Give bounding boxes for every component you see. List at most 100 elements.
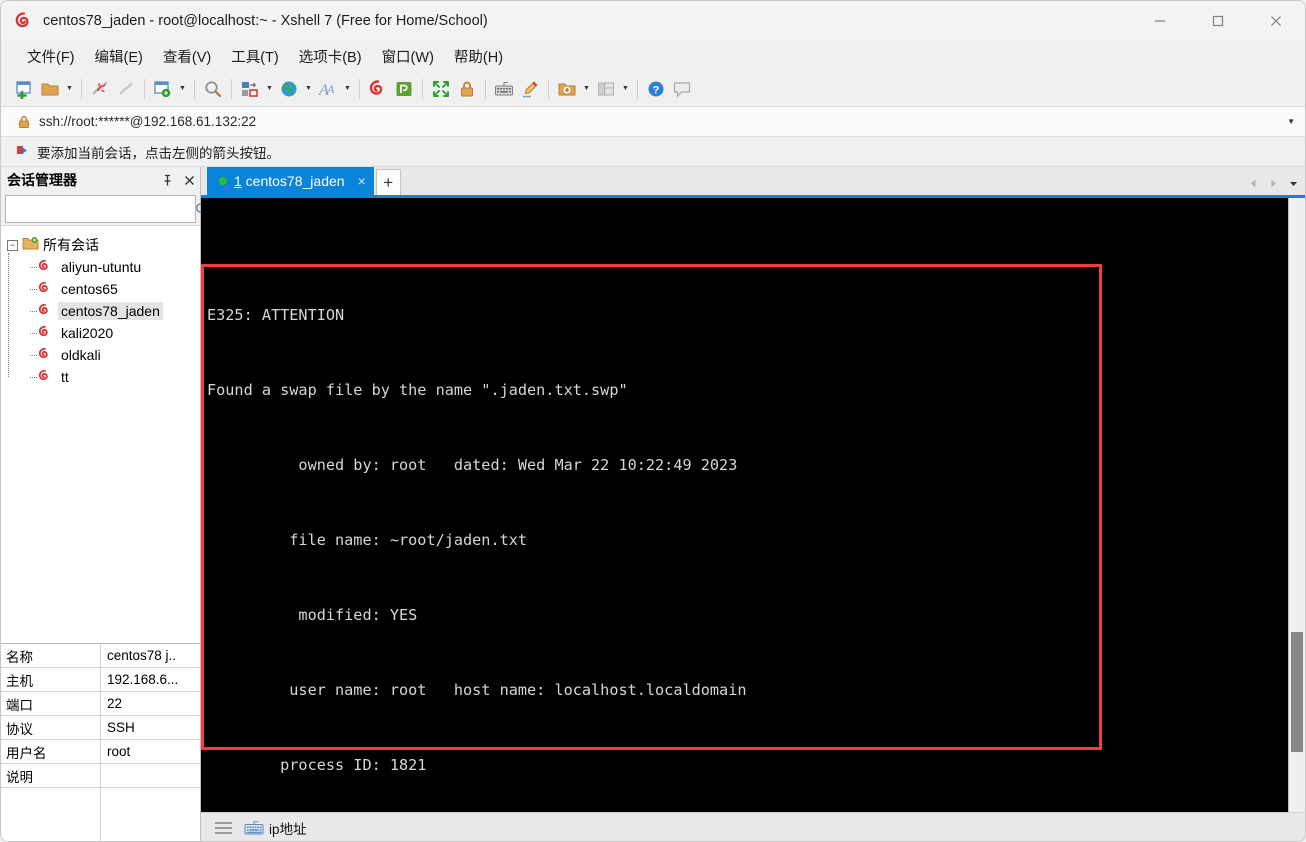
layout-dropdown-caret[interactable]: ▼ bbox=[619, 76, 632, 102]
open-folder-icon[interactable] bbox=[37, 76, 63, 102]
layout-icon[interactable] bbox=[593, 76, 619, 102]
window-controls bbox=[1131, 1, 1305, 41]
xftp-icon[interactable] bbox=[391, 76, 417, 102]
close-icon[interactable] bbox=[178, 169, 200, 191]
tab-scroll-right-icon[interactable] bbox=[1265, 175, 1281, 191]
session-item-tt[interactable]: tt bbox=[23, 366, 200, 388]
menu-file[interactable]: 文件(F) bbox=[17, 42, 85, 71]
close-button[interactable] bbox=[1247, 1, 1305, 41]
new-tab-button[interactable]: + bbox=[375, 169, 401, 195]
tab-list-dropdown-icon[interactable] bbox=[1285, 175, 1301, 191]
xshell-icon[interactable] bbox=[365, 76, 391, 102]
title-bar: centos78_jaden - root@localhost:~ - Xshe… bbox=[1, 1, 1305, 41]
property-row: 用户名 root bbox=[1, 740, 200, 764]
comment-icon[interactable] bbox=[669, 76, 695, 102]
session-search-box[interactable] bbox=[5, 195, 209, 223]
address-bar[interactable]: ssh://root:******@192.168.61.132:22 ▼ bbox=[1, 107, 1305, 137]
session-label: kali2020 bbox=[61, 325, 114, 341]
tree-expander-icon[interactable]: − bbox=[7, 239, 18, 251]
property-value: SSH bbox=[107, 720, 135, 735]
address-input[interactable]: ssh://root:******@192.168.61.132:22 bbox=[39, 114, 256, 129]
maximize-button[interactable] bbox=[1189, 1, 1247, 41]
font-dropdown-caret[interactable]: ▼ bbox=[341, 76, 354, 102]
highlight-pen-icon[interactable] bbox=[517, 76, 543, 102]
terminal-line: owned by: root dated: Wed Mar 22 10:22:4… bbox=[207, 456, 738, 474]
menu-edit[interactable]: 编辑(E) bbox=[85, 42, 153, 71]
toolbar-separator bbox=[548, 78, 549, 99]
search-input[interactable] bbox=[6, 201, 194, 217]
new-folder-icon[interactable] bbox=[554, 76, 580, 102]
chevron-down-icon[interactable]: ▼ bbox=[1287, 117, 1295, 126]
terminal-scrollbar[interactable] bbox=[1288, 198, 1305, 812]
session-properties-icon[interactable] bbox=[150, 76, 176, 102]
terminal-scrollbar-thumb[interactable] bbox=[1291, 632, 1303, 752]
disconnect-icon[interactable] bbox=[87, 76, 113, 102]
menu-window[interactable]: 窗口(W) bbox=[372, 42, 444, 71]
toolbar-separator bbox=[194, 78, 195, 99]
menu-tabs[interactable]: 选项卡(B) bbox=[289, 42, 372, 71]
property-key: 协议 bbox=[1, 716, 101, 739]
terminal-line: user name: root host name: localhost.loc… bbox=[207, 681, 747, 699]
property-row: 端口 22 bbox=[1, 692, 200, 716]
main-area: 1 centos78_jaden × + E325: ATTENTION Fou… bbox=[201, 167, 1305, 841]
tab-centos78-jaden[interactable]: 1 centos78_jaden × bbox=[207, 167, 374, 195]
terminal-line: modified: YES bbox=[207, 606, 418, 624]
property-value: 192.168.6... bbox=[107, 672, 179, 687]
terminal-line: file name: ~root/jaden.txt bbox=[207, 531, 528, 549]
terminal-output[interactable]: E325: ATTENTION Found a swap file by the… bbox=[201, 198, 1288, 812]
tab-scroll-left-icon[interactable] bbox=[1245, 175, 1261, 191]
property-key: 用户名 bbox=[1, 740, 101, 763]
globe-dropdown-caret[interactable]: ▼ bbox=[302, 76, 315, 102]
session-properties-dropdown-caret[interactable]: ▼ bbox=[176, 76, 189, 102]
keyboard-icon[interactable] bbox=[491, 76, 517, 102]
session-item-aliyun-utuntu[interactable]: aliyun-utuntu bbox=[23, 256, 200, 278]
session-item-centos78-jaden[interactable]: centos78_jaden bbox=[23, 300, 200, 322]
toolbar-separator bbox=[637, 78, 638, 99]
menu-help[interactable]: 帮助(H) bbox=[444, 42, 513, 71]
red-arrow-flag-icon[interactable] bbox=[15, 144, 30, 159]
xshell-session-icon bbox=[37, 347, 53, 364]
xshell-session-icon bbox=[37, 325, 53, 342]
property-row: 协议 SSH bbox=[1, 716, 200, 740]
help-icon[interactable]: ? bbox=[643, 76, 669, 102]
tab-close-icon[interactable]: × bbox=[358, 173, 366, 189]
xshell-session-icon bbox=[37, 281, 53, 298]
terminal-line: Found a swap file by the name ".jaden.tx… bbox=[207, 381, 628, 399]
keyboard-icon[interactable] bbox=[244, 820, 264, 836]
lock-icon[interactable] bbox=[454, 76, 480, 102]
hamburger-icon[interactable] bbox=[215, 822, 232, 834]
svg-text:?: ? bbox=[653, 84, 660, 96]
terminal-area: E325: ATTENTION Found a swap file by the… bbox=[201, 198, 1305, 812]
toolbar-separator bbox=[359, 78, 360, 99]
reconnect-icon[interactable] bbox=[113, 76, 139, 102]
bottom-bar-label: ip地址 bbox=[269, 822, 307, 837]
session-item-oldkali[interactable]: oldkali bbox=[23, 344, 200, 366]
pin-icon[interactable] bbox=[156, 169, 178, 191]
lock-icon bbox=[17, 115, 31, 129]
notice-bar: 要添加当前会话，点击左侧的箭头按钮。 bbox=[1, 137, 1305, 167]
globe-icon[interactable] bbox=[276, 76, 302, 102]
body-container: 会话管理器 − 所有会话 aliyun-utuntu centos65 cent… bbox=[1, 167, 1305, 841]
find-icon[interactable] bbox=[200, 76, 226, 102]
font-icon[interactable]: A A bbox=[315, 76, 341, 102]
minimize-button[interactable] bbox=[1131, 1, 1189, 41]
xshell-session-icon bbox=[37, 303, 53, 320]
session-item-kali2020[interactable]: kali2020 bbox=[23, 322, 200, 344]
new-folder-dropdown-caret[interactable]: ▼ bbox=[580, 76, 593, 102]
file-transfer-icon[interactable] bbox=[237, 76, 263, 102]
tab-title: centos78_jaden bbox=[241, 173, 345, 189]
tree-root-all-sessions[interactable]: − 所有会话 bbox=[1, 234, 200, 256]
xshell-window: centos78_jaden - root@localhost:~ - Xshe… bbox=[0, 0, 1306, 842]
session-item-centos65[interactable]: centos65 bbox=[23, 278, 200, 300]
svg-text:A: A bbox=[326, 82, 335, 96]
menu-bar: 文件(F) 编辑(E) 查看(V) 工具(T) 选项卡(B) 窗口(W) 帮助(… bbox=[1, 41, 1305, 71]
open-folder-dropdown-caret[interactable]: ▼ bbox=[63, 76, 76, 102]
fullscreen-icon[interactable] bbox=[428, 76, 454, 102]
file-transfer-dropdown-caret[interactable]: ▼ bbox=[263, 76, 276, 102]
menu-tools[interactable]: 工具(T) bbox=[221, 42, 289, 71]
new-session-icon[interactable] bbox=[11, 76, 37, 102]
tree-children: aliyun-utuntu centos65 centos78_jaden ka… bbox=[1, 253, 200, 388]
terminal-line: E325: ATTENTION bbox=[207, 306, 345, 324]
session-manager-panel: 会话管理器 − 所有会话 aliyun-utuntu centos65 cent… bbox=[1, 167, 209, 841]
menu-view[interactable]: 查看(V) bbox=[153, 42, 221, 71]
